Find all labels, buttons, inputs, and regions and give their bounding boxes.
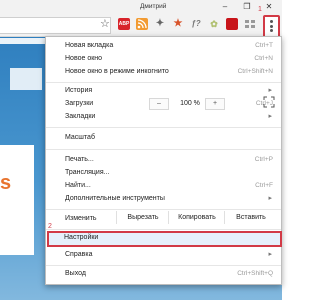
shortcut-label: Ctrl+T	[255, 42, 273, 49]
menu-item-bookmarks[interactable]: Закладки ▸	[46, 111, 281, 124]
menu-item-settings[interactable]: Настройки	[47, 231, 282, 247]
step-number-2: 2	[48, 223, 52, 230]
menu-item-label: Дополнительные инструменты	[65, 195, 165, 202]
menu-divider	[46, 209, 281, 210]
menu-item-new-window[interactable]: Новое окно Ctrl+N	[46, 53, 281, 66]
menu-divider	[46, 127, 281, 128]
fullscreen-icon[interactable]	[263, 96, 275, 108]
rss-icon[interactable]	[136, 18, 148, 30]
menu-item-label: Загрузки	[65, 100, 94, 107]
menu-item-zoom: Масштаб	[46, 132, 281, 145]
menu-divider	[46, 149, 281, 150]
shopping-icon[interactable]: ✿	[208, 18, 220, 30]
shortcut-label: Ctrl+P	[254, 156, 273, 163]
page-content-panel	[0, 145, 34, 255]
menu-item-find[interactable]: Найти... Ctrl+F	[46, 180, 281, 193]
shortcut-label: Ctrl+Shift+Q	[237, 270, 273, 277]
page-box	[10, 68, 42, 90]
page-strip	[0, 38, 46, 44]
chrome-main-menu: Новая вкладка Ctrl+T Новое окно Ctrl+N Н…	[45, 36, 282, 285]
menu-item-label: Масштаб	[65, 134, 95, 141]
menu-item-label: Выход	[65, 270, 86, 277]
submenu-arrow-icon: ▸	[268, 113, 272, 120]
copy-button[interactable]: Копировать	[168, 211, 225, 224]
menu-item-label: История	[65, 87, 93, 94]
formula-icon[interactable]: ƒ?	[190, 18, 202, 30]
paste-button[interactable]: Вставить	[224, 211, 277, 224]
more-vertical-icon	[270, 20, 273, 34]
submenu-arrow-icon: ▸	[268, 195, 272, 202]
menu-item-label: Закладки	[65, 113, 96, 120]
page-fragment-text: s	[0, 172, 12, 194]
menu-item-label: Найти...	[65, 182, 91, 189]
zoom-in-button[interactable]: +	[205, 98, 225, 110]
close-icon[interactable]: ✕	[260, 1, 278, 12]
menu-item-more-tools[interactable]: Дополнительные инструменты ▸	[46, 193, 281, 206]
zoom-out-button[interactable]: –	[149, 98, 169, 110]
menu-item-history[interactable]: История ▸	[46, 85, 281, 98]
star-extension-icon[interactable]: ★	[172, 18, 184, 30]
menu-item-label: Трансляция...	[65, 169, 110, 176]
menu-item-help[interactable]: Справка ▸	[46, 249, 281, 262]
menu-item-print[interactable]: Печать... Ctrl+P	[46, 154, 281, 167]
menu-divider	[46, 229, 281, 230]
menu-item-label: Настройки	[64, 234, 99, 241]
menu-item-label: Справка	[65, 251, 93, 258]
menu-item-new-tab[interactable]: Новая вкладка Ctrl+T	[46, 40, 281, 53]
puzzle-icon[interactable]: ✦	[154, 18, 166, 30]
step-number-1: 1	[258, 6, 262, 13]
address-bar[interactable]	[0, 17, 111, 34]
menu-divider	[46, 82, 281, 83]
shortcut-label: Ctrl+F	[255, 182, 273, 189]
submenu-arrow-icon: ▸	[268, 87, 272, 94]
menu-divider	[46, 265, 281, 266]
menu-item-cast[interactable]: Трансляция...	[46, 167, 281, 180]
restore-icon[interactable]: ❐	[238, 1, 256, 12]
shortcut-label: Ctrl+Shift+N	[237, 68, 273, 75]
minimize-icon[interactable]: –	[216, 1, 234, 12]
cut-button[interactable]: Вырезать	[116, 211, 169, 224]
chrome-menu-button[interactable]	[263, 15, 280, 38]
menu-item-label: Новая вкладка	[65, 42, 114, 49]
menu-item-label: Печать...	[65, 156, 94, 163]
profile-name[interactable]: Дмитрий	[140, 3, 166, 10]
shortcut-label: Ctrl+N	[254, 55, 273, 62]
menu-item-incognito[interactable]: Новое окно в режиме инкогнито Ctrl+Shift…	[46, 66, 281, 79]
menu-item-label: Новое окно в режиме инкогнито	[65, 68, 169, 75]
red-square-icon[interactable]	[226, 18, 238, 30]
grid-icon[interactable]	[244, 18, 256, 30]
menu-item-label: Новое окно	[65, 55, 103, 62]
star-icon[interactable]: ☆	[100, 17, 110, 30]
zoom-level: 100 %	[180, 100, 200, 107]
menu-item-exit[interactable]: Выход Ctrl+Shift+Q	[46, 268, 281, 281]
title-bar: Дмитрий – ❐ ✕	[0, 0, 282, 14]
submenu-arrow-icon: ▸	[268, 251, 272, 258]
adblock-icon[interactable]: ABP	[118, 18, 130, 30]
menu-item-label: Изменить	[65, 215, 97, 222]
